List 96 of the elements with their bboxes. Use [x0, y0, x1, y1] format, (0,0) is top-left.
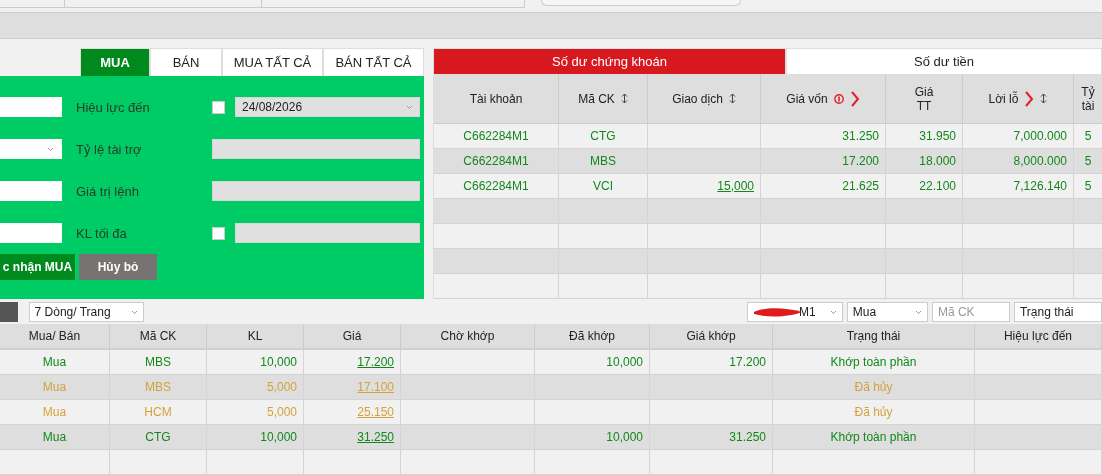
table-cell: HCM	[110, 400, 207, 425]
table-cell: 22.100	[886, 174, 963, 199]
table-cell: 5,000	[207, 375, 304, 400]
table-cell: 31.250	[650, 425, 773, 450]
account-select[interactable]: M1	[746, 302, 843, 322]
table-cell	[1074, 199, 1102, 224]
table-cell: Mua	[0, 425, 110, 450]
column-header: Giá TT	[886, 74, 963, 124]
order-tab[interactable]: MUA TẤT CẢ	[222, 48, 323, 76]
table-cell: 10,000	[535, 350, 650, 375]
side-select[interactable]: Mua	[846, 302, 928, 322]
column-header: KL	[207, 324, 304, 350]
field-label: KL tối đa	[76, 225, 128, 241]
column-header[interactable]: Lời lỗ	[963, 74, 1074, 124]
toggle-button[interactable]	[0, 302, 18, 322]
sort-icon[interactable]	[1040, 93, 1048, 104]
column-header: Mua/ Bán	[0, 324, 110, 350]
top-tab[interactable]	[262, 0, 525, 8]
confirm-button[interactable]: c nhận MUA	[0, 254, 75, 280]
table-cell: Khớp toàn phần	[773, 425, 975, 450]
table-cell: C662284M1	[434, 124, 559, 149]
column-header: Đã khớp	[535, 324, 650, 350]
column-header: Trạng thái	[773, 324, 975, 350]
page-size-select[interactable]: 7 Dòng/ Trang	[28, 302, 144, 322]
field-label: Tỷ lệ tài trợ	[76, 141, 143, 157]
column-header: Tỷ tài	[1074, 74, 1102, 124]
table-cell: C662284M1	[434, 149, 559, 174]
top-tab[interactable]	[0, 0, 65, 8]
table-cell: MBS	[110, 350, 207, 375]
column-header: Mã CK	[110, 324, 207, 350]
table-cell: Khớp toàn phần	[773, 350, 975, 375]
input-field[interactable]	[0, 97, 62, 117]
table-cell: Mua	[0, 400, 110, 425]
order-tab[interactable]: MUA	[80, 48, 150, 76]
table-cell: CTG	[110, 425, 207, 450]
table-cell: 10,000	[207, 350, 304, 375]
price-link[interactable]: 17.200	[357, 355, 394, 369]
status-select[interactable]: Trạng thái	[1013, 302, 1102, 322]
input-field[interactable]	[0, 181, 62, 201]
top-tab[interactable]	[65, 0, 262, 8]
info-icon	[833, 93, 844, 104]
column-header: Tài khoản	[434, 74, 559, 124]
table-cell: 7,000.000	[963, 124, 1074, 149]
balance-tab[interactable]: Số dư tiền	[786, 48, 1102, 74]
caret-icon	[406, 104, 413, 110]
order-tab[interactable]: BÁN	[150, 48, 222, 76]
table-cell: 7,126.140	[963, 174, 1074, 199]
balance-tab[interactable]: Số dư chứng khoán	[433, 48, 786, 74]
caret-icon	[130, 309, 138, 315]
table-cell: 31.250	[761, 124, 886, 149]
table-cell: 21.625	[761, 174, 886, 199]
column-header: Giá vốn	[761, 74, 886, 124]
column-header: Hiệu lực đến	[975, 324, 1102, 350]
symbol-field[interactable]: Mã CK	[931, 302, 1010, 322]
cancel-button[interactable]: Hủy bỏ	[79, 254, 157, 280]
date-field[interactable]: 24/08/2026	[235, 97, 420, 117]
table-cell: Mua	[0, 375, 110, 400]
column-header: Giá	[304, 324, 401, 350]
select-field[interactable]	[0, 139, 62, 159]
table-cell: 5	[1074, 149, 1102, 174]
table-cell: VCI	[559, 174, 648, 199]
column-header[interactable]: Giao dịch	[648, 74, 761, 124]
quantity-link[interactable]: 15,000	[717, 179, 754, 193]
table-cell: 8,000.000	[963, 149, 1074, 174]
chevron-icon[interactable]	[849, 90, 860, 107]
chevron-icon[interactable]	[1024, 90, 1035, 107]
table-cell: 31.950	[886, 124, 963, 149]
table-cell: Mua	[0, 350, 110, 375]
table-cell: CTG	[559, 124, 648, 149]
table-cell: MBS	[110, 375, 207, 400]
caret-icon	[829, 309, 837, 315]
field-label: Hiệu lực đến	[76, 99, 151, 115]
caret-icon	[47, 146, 54, 152]
table-cell: 17.200	[650, 350, 773, 375]
table-cell	[1074, 249, 1102, 274]
search-field[interactable]	[541, 0, 741, 6]
checkbox[interactable]	[212, 100, 225, 114]
table-cell: 10,000	[207, 425, 304, 450]
caret-icon	[914, 309, 922, 315]
order-tab[interactable]: BÁN TẤT CẢ	[323, 48, 424, 76]
table-cell: 10,000	[535, 425, 650, 450]
sort-icon[interactable]	[620, 93, 628, 104]
sort-icon[interactable]	[728, 93, 736, 104]
table-cell: C662284M1	[434, 174, 559, 199]
column-header: Chờ khớp	[401, 324, 535, 350]
input-field[interactable]	[0, 223, 62, 243]
field-label: Giá trị lệnh	[76, 183, 140, 199]
table-cell: 5,000	[207, 400, 304, 425]
table-cell: Đã hủy	[773, 375, 975, 400]
table-cell: MBS	[559, 149, 648, 174]
table-cell: Đã hủy	[773, 400, 975, 425]
column-header: Giá khớp	[650, 324, 773, 350]
table-cell: 18.000	[886, 149, 963, 174]
table-cell: 17.200	[761, 149, 886, 174]
column-header[interactable]: Mã CK	[559, 74, 648, 124]
checkbox[interactable]	[212, 226, 225, 240]
